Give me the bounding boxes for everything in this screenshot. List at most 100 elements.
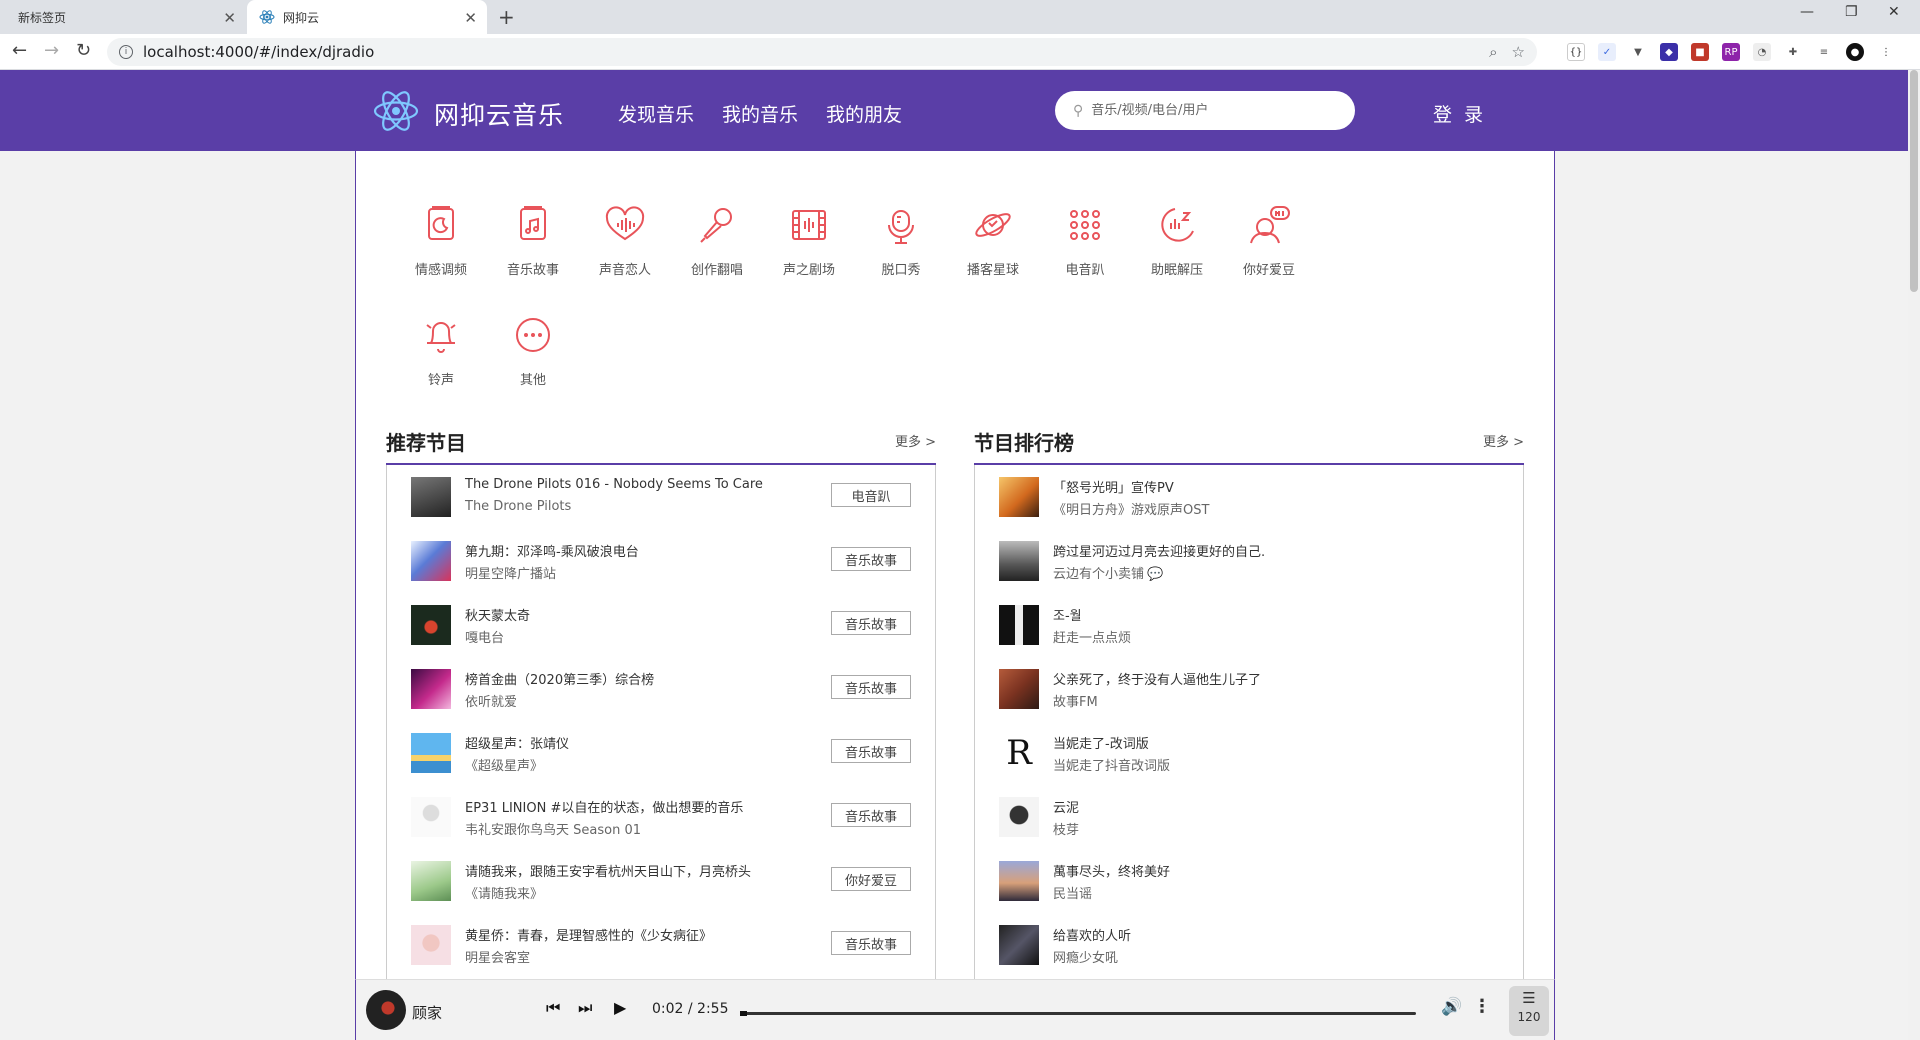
browser-tab-bar: 新标签页 ✕ 网抑云 ✕ + — ❐ ✕: [0, 0, 1920, 34]
close-tab-icon[interactable]: ✕: [464, 9, 477, 27]
program-radio: 民当谣: [1053, 887, 1093, 902]
list-item[interactable]: 父亲死了，终于没有人逼他生儿子了 故事FM: [999, 665, 1499, 711]
playlist-icon: ☰: [1522, 989, 1536, 1007]
category-tag-button[interactable]: 音乐故事: [831, 931, 911, 955]
list-item[interactable]: 第九期：邓泽鸣-乘风破浪电台 明星空降广播站 音乐故事: [411, 537, 911, 583]
category-tag-button[interactable]: 电音趴: [831, 483, 911, 507]
extension-icon[interactable]: RP: [1722, 43, 1740, 61]
category-tag-button[interactable]: 音乐故事: [831, 675, 911, 699]
forward-icon[interactable]: →: [44, 40, 59, 61]
reading-list-icon[interactable]: ≡: [1815, 43, 1833, 61]
reload-icon[interactable]: ↻: [76, 40, 91, 61]
bell-icon: [426, 322, 456, 353]
nav-my-friends[interactable]: 我的朋友: [826, 100, 902, 127]
list-item[interactable]: 「怒号光明」宣传PV 《明日方舟》游戏原声OST: [999, 473, 1499, 519]
list-item[interactable]: EP31 LINION #以自在的状态，做出想要的音乐 韦礼安跟你鸟鸟天 Sea…: [411, 793, 911, 839]
list-item[interactable]: 秋天蒙太奇 嘎电台 音乐故事: [411, 601, 911, 647]
section-header: 推荐节目 更多 >: [386, 421, 936, 465]
list-item[interactable]: 조-월 赶走一点点烦: [999, 601, 1499, 647]
search-input[interactable]: [1091, 103, 1332, 118]
nav-discover-music[interactable]: 发现音乐: [618, 100, 694, 127]
tab-label: 网抑云: [283, 10, 320, 25]
category-tag-button[interactable]: 音乐故事: [831, 803, 911, 827]
extension-icon[interactable]: ■: [1691, 43, 1709, 61]
talk-mic-icon: [888, 210, 914, 244]
category-tag-button[interactable]: 音乐故事: [831, 739, 911, 763]
page-scrollbar[interactable]: [1908, 70, 1920, 1040]
program-cover: [411, 797, 451, 837]
list-item[interactable]: 榜首金曲（2020第三季）综合榜 依听就爱 音乐故事: [411, 665, 911, 711]
address-bar[interactable]: i localhost:4000/#/index/djradio ⌕ ☆: [107, 38, 1537, 66]
play-icon[interactable]: ▶: [614, 998, 626, 1017]
nav-my-music[interactable]: 我的音乐: [722, 100, 798, 127]
list-item[interactable]: 云泥 枝芽: [999, 793, 1499, 839]
list-item[interactable]: 黄星侨：青春，是理智感性的《少女病征》 明星会客室 音乐故事: [411, 921, 911, 967]
playlist-button[interactable]: ☰ 120: [1509, 986, 1549, 1036]
progress-bar[interactable]: [740, 1011, 1416, 1016]
ranking-section: 节目排行榜 更多 > 「怒号光明」宣传PV 《明日方舟》游戏原声OST 跨过星河…: [974, 421, 1524, 979]
program-title: 秋天蒙太奇: [465, 609, 531, 624]
site-info-icon[interactable]: i: [119, 45, 133, 59]
json-extension-icon[interactable]: {}: [1567, 43, 1585, 61]
program-title: 「怒号光明」宣传PV: [1053, 481, 1174, 496]
search-icon: ⚲: [1073, 102, 1084, 119]
back-icon[interactable]: ←: [12, 40, 27, 61]
bookmark-star-icon[interactable]: ☆: [1512, 43, 1525, 61]
program-cover: [411, 669, 451, 709]
vue-devtools-icon[interactable]: ▼: [1629, 43, 1647, 61]
url-text: localhost:4000/#/index/djradio: [143, 43, 375, 61]
now-playing-cover[interactable]: [366, 990, 406, 1030]
next-track-icon[interactable]: ⏭: [578, 998, 592, 1018]
close-tab-icon[interactable]: ✕: [223, 9, 236, 27]
more-link[interactable]: 更多 >: [1483, 431, 1524, 450]
more-options-icon[interactable]: ⋮: [1473, 996, 1491, 1017]
browser-tab-newtab[interactable]: 新标签页 ✕: [0, 0, 246, 34]
category-other[interactable]: 其他: [478, 311, 588, 388]
previous-track-icon[interactable]: ⏮: [546, 998, 560, 1018]
category-tag-button[interactable]: 音乐故事: [831, 547, 911, 571]
list-item[interactable]: R 当妮走了-改词版 当妮走了抖音改词版: [999, 729, 1499, 775]
comment-icon: 💬: [1147, 567, 1164, 582]
category-tag-button[interactable]: 你好爱豆: [831, 867, 911, 891]
recommend-list: The Drone Pilots 016 - Nobody Seems To C…: [386, 465, 936, 979]
zoom-icon[interactable]: ⌕: [1489, 43, 1497, 61]
program-radio: 赶走一点点烦: [1053, 631, 1132, 646]
puzzle-extensions-icon[interactable]: ✚: [1784, 43, 1802, 61]
extension-icon[interactable]: ◆: [1660, 43, 1678, 61]
program-title: 跨过星河迈过月亮去迎接更好的自己.: [1053, 545, 1266, 560]
browser-tab-active[interactable]: 网抑云 ✕: [247, 0, 487, 34]
playlist-count: 120: [1517, 1010, 1541, 1024]
program-title: 榜首金曲（2020第三季）综合榜: [465, 673, 655, 688]
category-idol[interactable]: 你好爱豆: [1214, 201, 1324, 278]
category-tag-button[interactable]: 音乐故事: [831, 611, 911, 635]
program-radio: 嘎电台: [465, 631, 505, 646]
login-button[interactable]: 登 录: [1433, 100, 1486, 127]
list-item[interactable]: 给喜欢的人听 网瘾少女吼: [999, 921, 1499, 967]
program-cover: [999, 541, 1039, 581]
list-item[interactable]: 请随我来，跟随王安宇看杭州天目山下，月亮桥头 《请随我来》 你好爱豆: [411, 857, 911, 903]
recommend-section: 推荐节目 更多 > The Drone Pilots 016 - Nobody …: [386, 421, 936, 979]
extension-icon[interactable]: ✓: [1598, 43, 1616, 61]
browser-menu-icon[interactable]: ⋮: [1877, 43, 1895, 61]
list-item[interactable]: 萬事尽头，终将美好 民当谣: [999, 857, 1499, 903]
restore-icon[interactable]: ❐: [1845, 4, 1858, 20]
new-tab-icon[interactable]: +: [498, 5, 515, 29]
brand-title[interactable]: 网抑云音乐: [434, 96, 564, 132]
list-item[interactable]: The Drone Pilots 016 - Nobody Seems To C…: [411, 473, 911, 519]
search-box[interactable]: ⚲: [1055, 91, 1355, 130]
program-radio: 依听就爱: [465, 695, 518, 710]
mood-book-icon: [428, 206, 454, 240]
react-logo-icon[interactable]: [372, 87, 420, 135]
list-item[interactable]: 超级星声：张靖仪 《超级星声》 音乐故事: [411, 729, 911, 775]
window-close-icon[interactable]: ✕: [1888, 4, 1900, 20]
minimize-icon[interactable]: —: [1800, 4, 1814, 20]
profile-avatar-icon[interactable]: ●: [1846, 43, 1864, 61]
volume-icon[interactable]: 🔊: [1441, 997, 1462, 1017]
more-link[interactable]: 更多 >: [895, 431, 936, 450]
progress-fill: [740, 1011, 747, 1016]
extension-icon[interactable]: ◔: [1753, 43, 1771, 61]
list-item[interactable]: 跨过星河迈过月亮去迎接更好的自己. 云边有个小卖铺 💬: [999, 537, 1499, 583]
planet-icon: [975, 213, 1011, 237]
scrollbar-thumb[interactable]: [1910, 70, 1918, 292]
program-title: 当妮走了-改词版: [1053, 737, 1149, 752]
